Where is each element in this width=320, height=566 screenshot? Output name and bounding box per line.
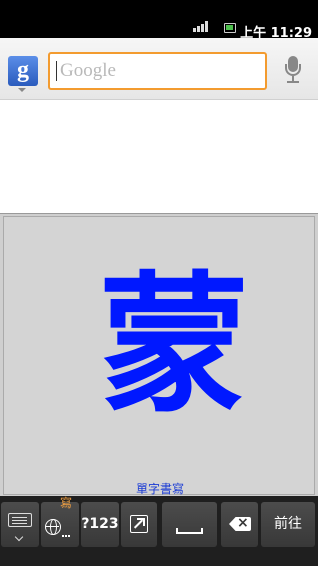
handwritten-character: 蒙 — [98, 259, 249, 433]
handwriting-canvas[interactable]: 蒙 單字書寫 — [3, 216, 315, 496]
battery-icon — [224, 23, 236, 33]
globe-icon — [45, 519, 61, 535]
writing-mode-label: 單字書寫 — [135, 482, 184, 496]
language-char: 寫 — [60, 496, 73, 510]
backspace-button[interactable] — [221, 502, 258, 547]
handwriting-pad[interactable]: 蒙 單字書寫 — [0, 213, 318, 496]
search-input[interactable]: Google — [48, 52, 267, 90]
space-icon — [176, 528, 203, 534]
expand-button[interactable] — [121, 502, 157, 547]
keyboard-toolbar: 寫 ?123 前往 — [0, 496, 318, 566]
chevron-down-icon[interactable] — [18, 88, 26, 92]
google-logo-icon[interactable]: g — [8, 56, 38, 86]
status-bar: 上午 11:29 — [0, 0, 318, 41]
backspace-icon — [229, 517, 251, 531]
microphone-icon[interactable] — [283, 56, 303, 86]
symbols-button[interactable]: ?123 — [81, 502, 119, 547]
expand-arrow-icon — [130, 515, 148, 533]
chevron-down-icon — [14, 532, 24, 542]
more-dots-icon — [62, 535, 64, 537]
search-bar: g Google — [0, 38, 318, 100]
keyboard-icon — [8, 513, 32, 527]
language-button[interactable]: 寫 — [41, 496, 79, 547]
space-button[interactable] — [162, 502, 217, 547]
keyboard-switch-button[interactable] — [1, 502, 39, 547]
go-button[interactable]: 前往 — [261, 502, 315, 547]
